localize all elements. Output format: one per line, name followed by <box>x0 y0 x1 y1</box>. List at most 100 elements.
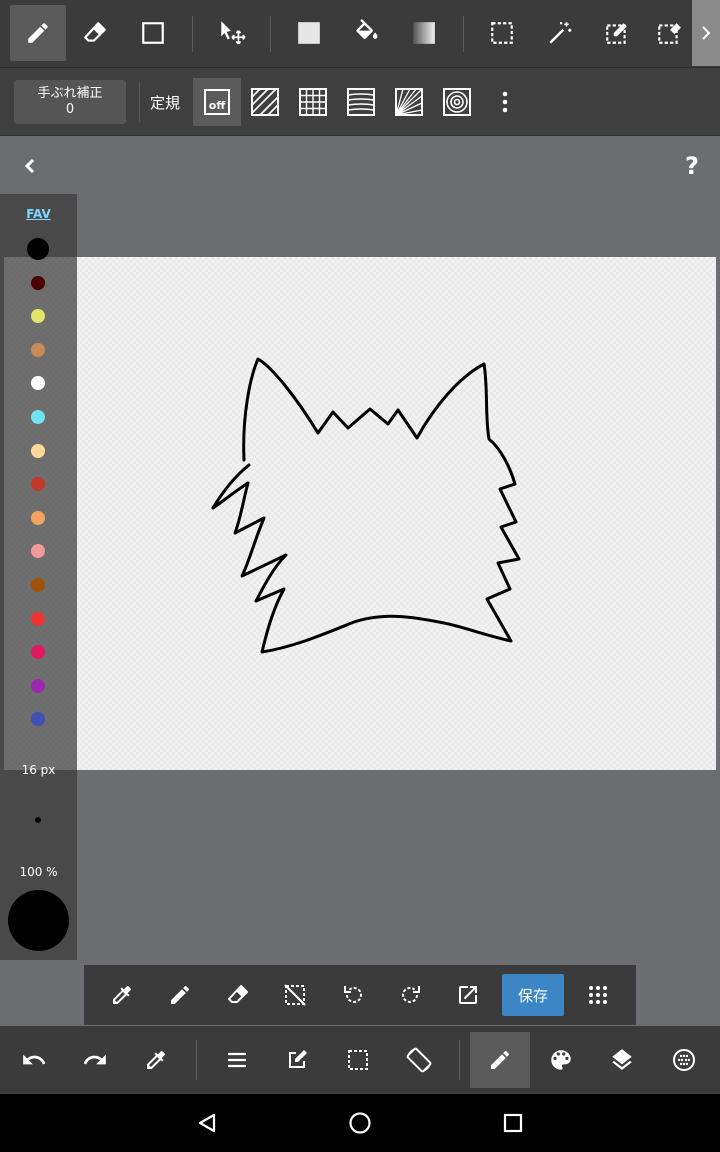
eyedropper-icon <box>113 985 132 1004</box>
color-palette-button[interactable] <box>531 1032 591 1088</box>
opacity-label[interactable]: 100 % <box>0 865 77 879</box>
color-swatch[interactable] <box>31 477 45 492</box>
magic-wand-icon <box>549 22 572 44</box>
material-button[interactable] <box>654 1032 714 1088</box>
gradient-tool-button[interactable] <box>396 5 452 61</box>
color-swatch[interactable] <box>31 578 45 592</box>
quick-menu-button[interactable] <box>576 973 620 1017</box>
parallel-ruler-button[interactable] <box>241 78 289 126</box>
sub-toolbar: 手ぶれ補正 0 定規 off <box>0 68 720 136</box>
transform-button[interactable] <box>446 973 490 1017</box>
ruler-off-label: off <box>208 99 226 112</box>
color-swatch[interactable] <box>31 611 45 626</box>
dotted-circle-icon <box>673 1049 695 1071</box>
rotate-left-button[interactable] <box>331 973 375 1017</box>
nav-back-button[interactable] <box>187 1103 227 1143</box>
pencil-tool-button[interactable] <box>10 5 66 61</box>
color-swatch[interactable] <box>31 678 45 693</box>
top-toolbar <box>0 0 720 68</box>
redo-icon <box>83 1054 106 1065</box>
color-swatch[interactable] <box>31 309 45 324</box>
fav-tab[interactable]: FAV <box>0 207 77 221</box>
brush-panel-button[interactable] <box>470 1032 530 1088</box>
nav-recents-icon <box>503 1113 523 1133</box>
fill-rect-tool-button[interactable] <box>281 5 337 61</box>
deselect-button[interactable] <box>273 973 317 1017</box>
stabilizer-button[interactable]: 手ぶれ補正 0 <box>14 80 126 124</box>
deselect-icon <box>284 984 306 1006</box>
layers-icon <box>612 1049 632 1070</box>
color-swatch[interactable] <box>31 443 45 458</box>
select-icon <box>491 22 513 44</box>
selection-button[interactable] <box>328 1032 388 1088</box>
help-icon: ? <box>685 152 699 180</box>
perspective-ruler-button[interactable] <box>385 78 433 126</box>
redo-button[interactable] <box>65 1032 125 1088</box>
move-tool-button[interactable] <box>204 5 260 61</box>
toolbar-scroll-right[interactable] <box>692 0 720 66</box>
select-eraser-tool-button[interactable] <box>647 5 691 61</box>
quick-eraser-button[interactable] <box>216 973 260 1017</box>
grid-ruler-button[interactable] <box>289 78 337 126</box>
color-swatch[interactable] <box>27 238 49 260</box>
color-swatch[interactable] <box>31 342 45 357</box>
color-swatch[interactable] <box>31 544 45 559</box>
back-button[interactable] <box>14 150 46 182</box>
shape-tool-button[interactable] <box>125 5 181 61</box>
more-options-button[interactable] <box>481 78 529 126</box>
menu-icon <box>228 1052 246 1068</box>
color-swatch[interactable] <box>31 712 45 727</box>
drawing-canvas[interactable] <box>4 257 716 770</box>
eraser-tool-button[interactable] <box>67 5 123 61</box>
color-swatch[interactable] <box>31 510 45 525</box>
screen-rotation-icon <box>406 1047 432 1073</box>
bucket-tool-button[interactable] <box>339 5 395 61</box>
select-icon <box>348 1050 368 1070</box>
eyedropper-icon <box>147 1050 166 1069</box>
ruler-off-button[interactable]: off <box>193 78 241 126</box>
edit-button[interactable] <box>267 1032 327 1088</box>
gradient-icon <box>413 22 435 44</box>
quick-pencil-button[interactable] <box>158 973 202 1017</box>
chevron-right-icon <box>702 26 711 40</box>
concentric-ruler-button[interactable] <box>433 78 481 126</box>
rotate-screen-button[interactable] <box>389 1032 449 1088</box>
nav-home-button[interactable] <box>340 1103 380 1143</box>
rotate-right-icon <box>402 986 420 1003</box>
magic-wand-tool-button[interactable] <box>532 5 588 61</box>
ruler-off-icon: off <box>204 89 230 115</box>
rotate-right-button[interactable] <box>389 973 433 1017</box>
bottom-eyedropper-button[interactable] <box>126 1032 186 1088</box>
layers-button[interactable] <box>592 1032 652 1088</box>
nav-recents-button[interactable] <box>493 1103 533 1143</box>
rotate-left-icon <box>344 986 362 1003</box>
color-swatch[interactable] <box>31 645 45 660</box>
edit-icon <box>289 1050 307 1068</box>
current-color-swatch[interactable] <box>8 890 69 951</box>
color-swatch[interactable] <box>31 410 45 424</box>
toolbar-divider <box>196 1040 197 1080</box>
eraser-icon <box>228 985 248 1003</box>
grid-icon <box>299 88 327 116</box>
more-vert-icon <box>502 91 508 113</box>
color-swatch[interactable] <box>31 275 45 290</box>
perspective-icon <box>395 88 423 116</box>
help-button[interactable]: ? <box>676 150 708 182</box>
select-tool-button[interactable] <box>474 5 530 61</box>
save-button[interactable]: 保存 <box>502 974 564 1016</box>
stabilizer-value: 0 <box>65 102 75 117</box>
toolbar-divider <box>270 16 271 52</box>
eyedropper-button[interactable] <box>100 973 144 1017</box>
color-swatch[interactable] <box>31 376 45 391</box>
cat-head-drawing <box>211 357 521 654</box>
pencil-icon <box>171 985 190 1004</box>
select-pen-tool-button[interactable] <box>589 5 645 61</box>
chevron-left-icon <box>24 158 35 174</box>
grid-dots-icon <box>589 986 607 1004</box>
brush-size-label[interactable]: 16 px <box>0 763 77 777</box>
eraser-icon <box>84 22 106 42</box>
undo-button[interactable] <box>4 1032 64 1088</box>
toolbar-divider <box>463 16 464 52</box>
menu-button[interactable] <box>207 1032 267 1088</box>
horizontal-ruler-button[interactable] <box>337 78 385 126</box>
